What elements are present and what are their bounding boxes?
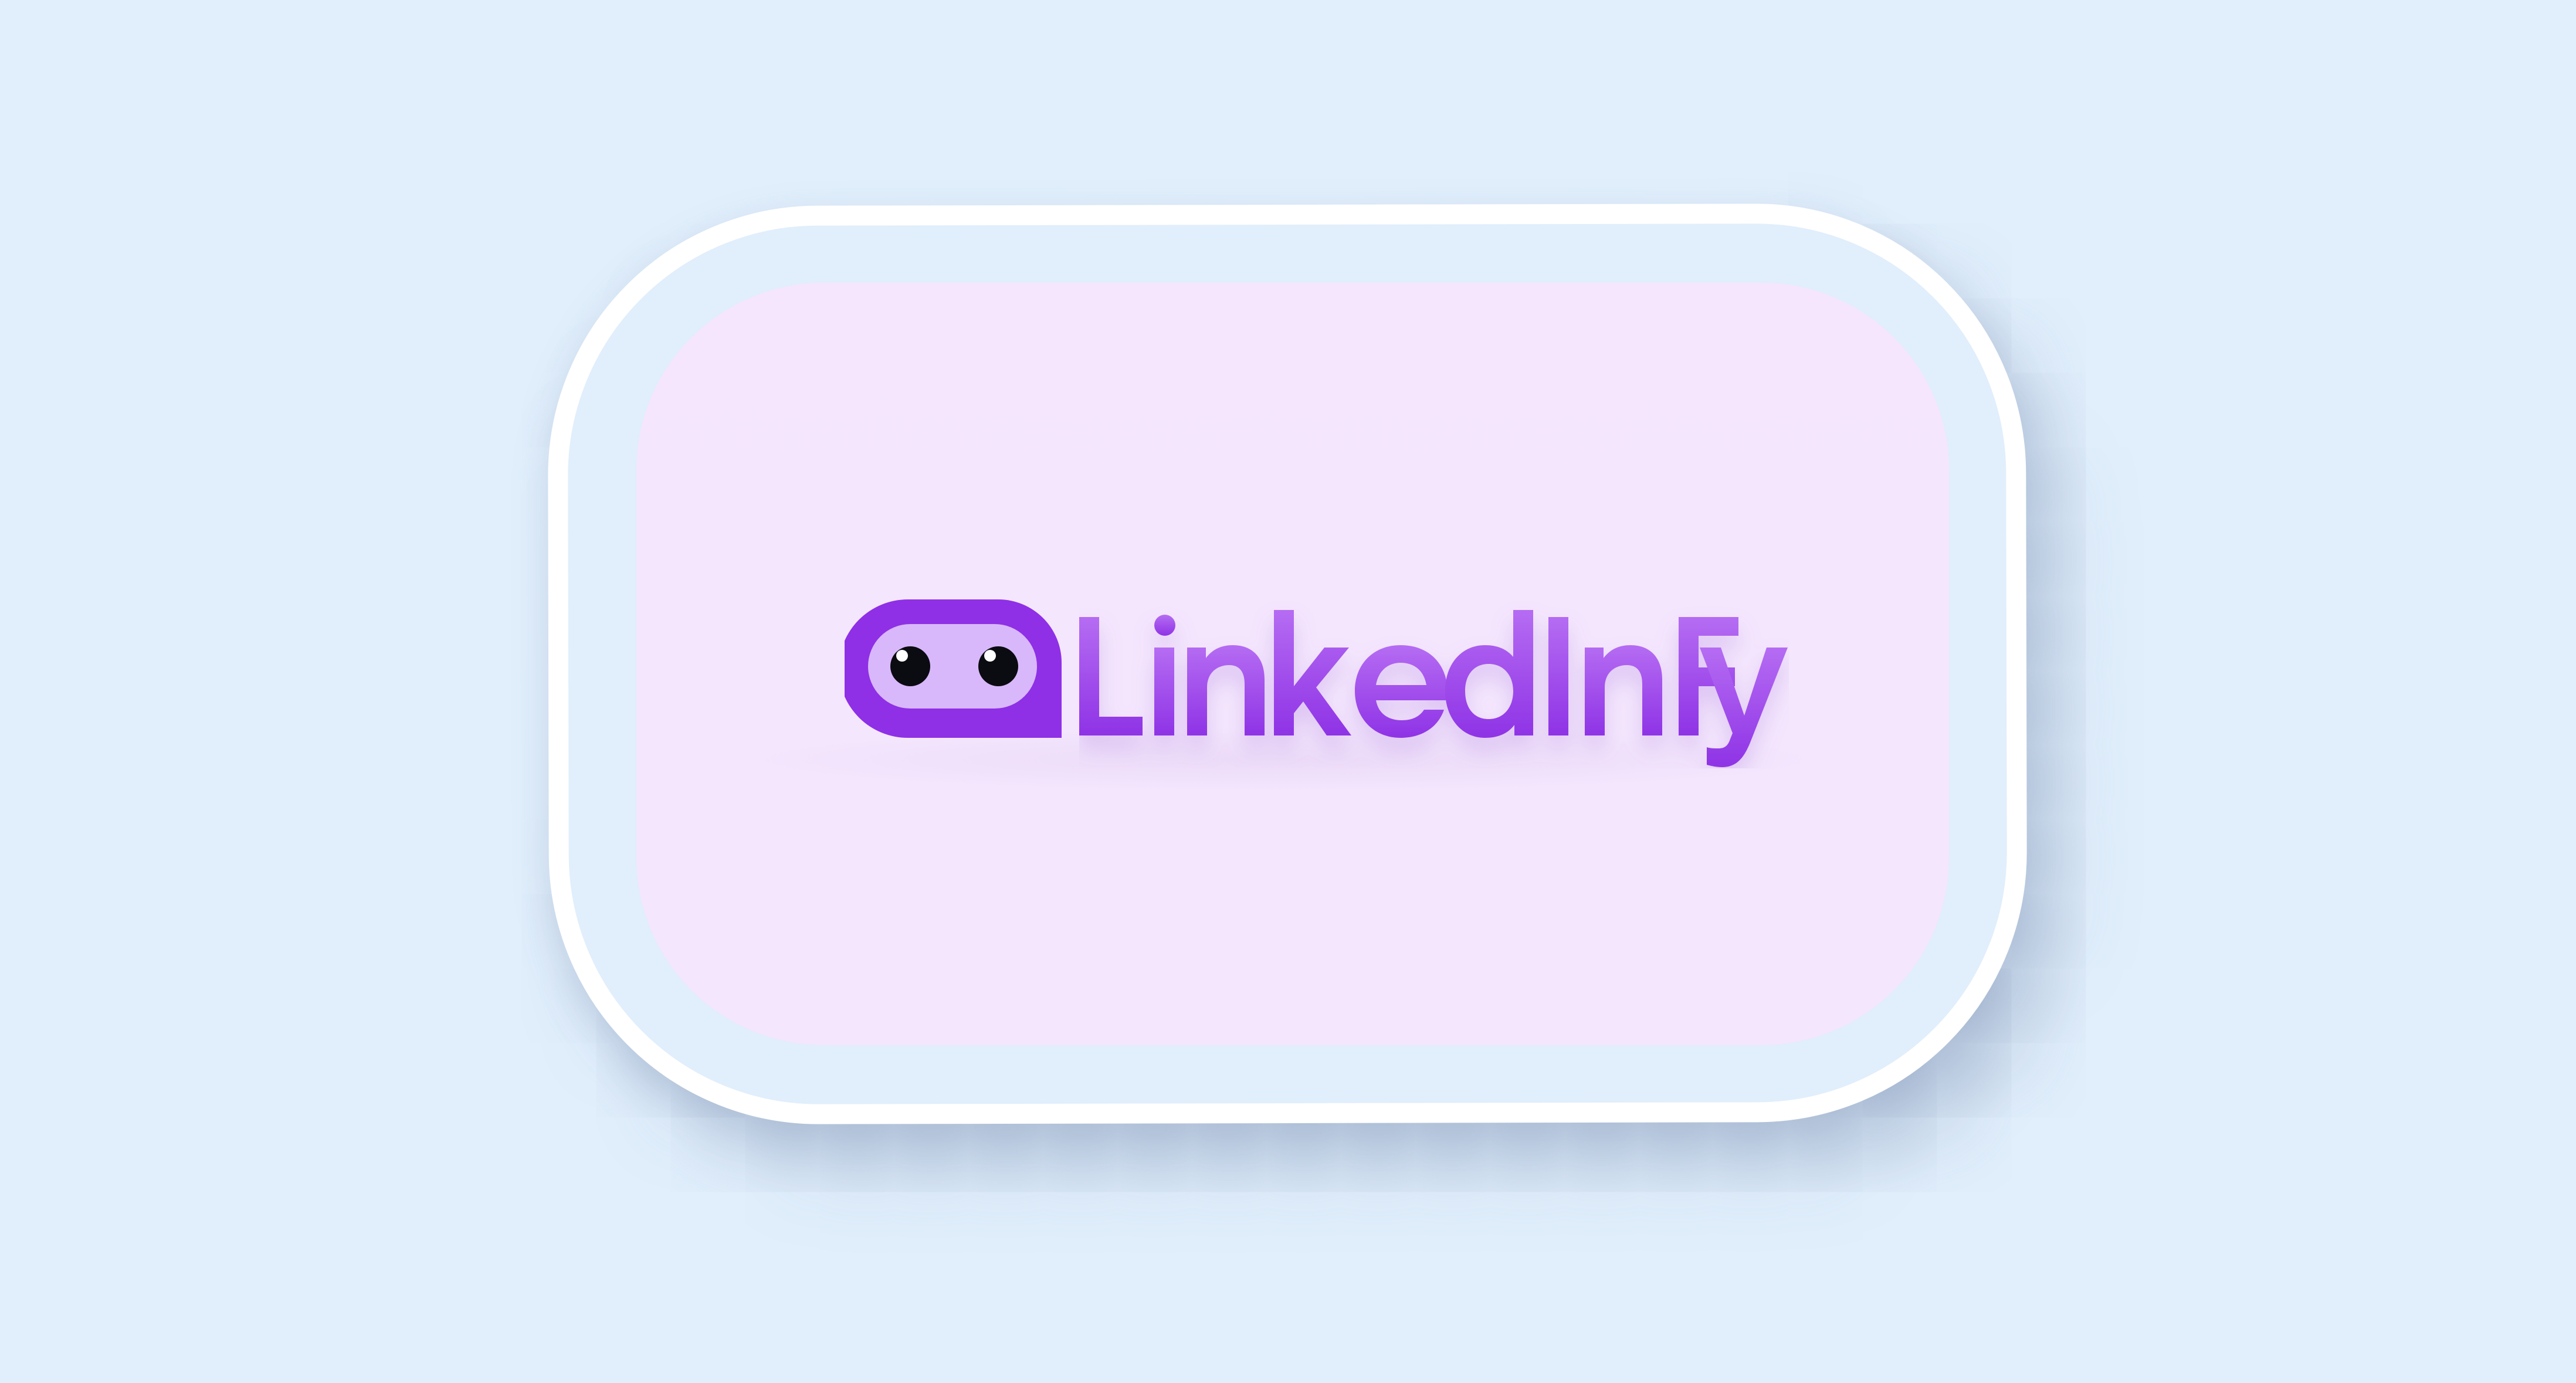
wordmark-logo xyxy=(1079,610,1788,767)
banner: LinkedInFy xyxy=(0,0,2576,1383)
brand-logo: LinkedInFy xyxy=(845,592,1789,768)
robot-face-speech-bubble-icon xyxy=(845,599,1062,738)
